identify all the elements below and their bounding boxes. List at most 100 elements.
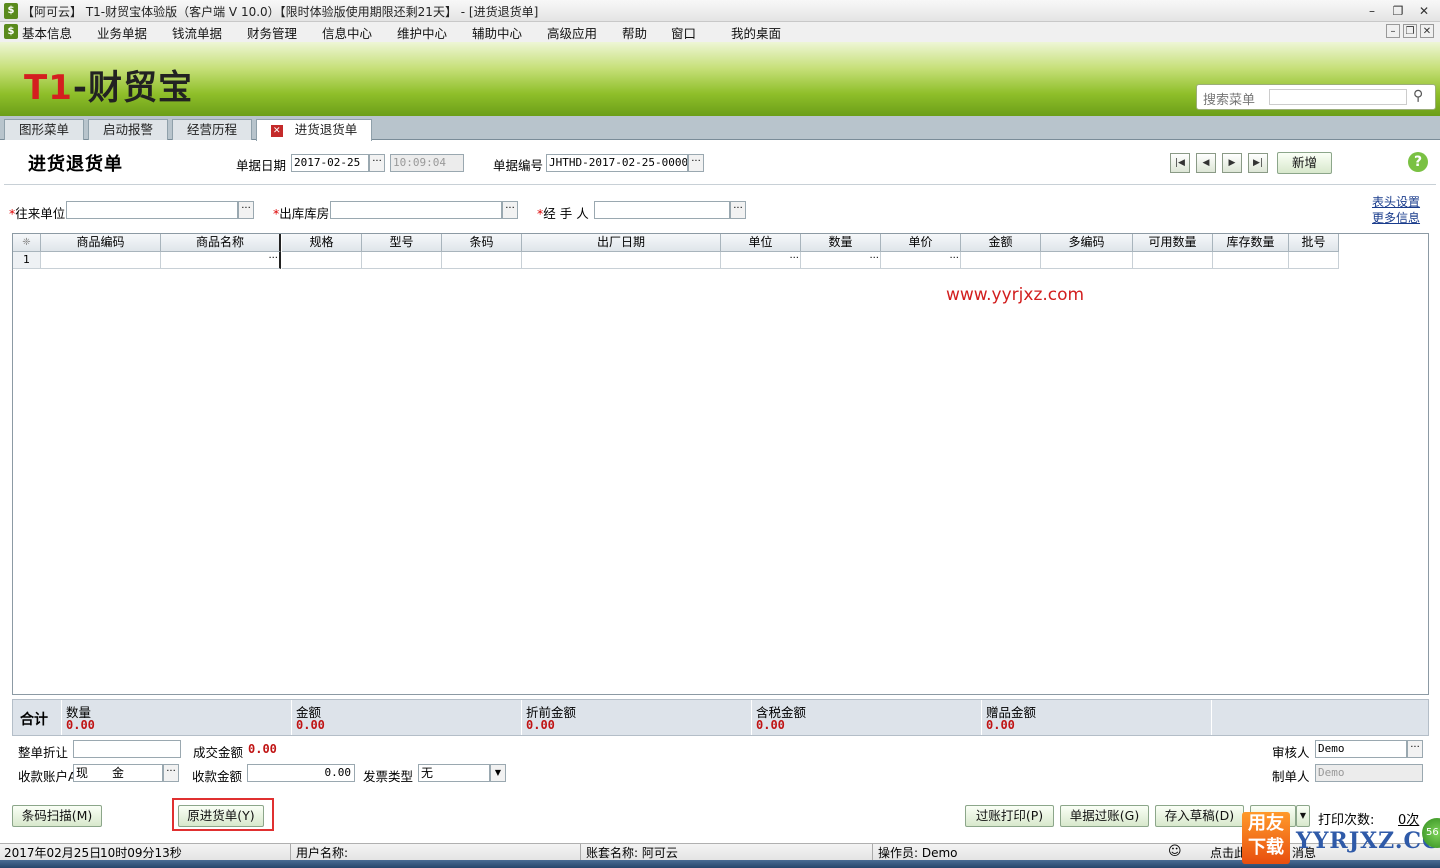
col-header-multi-code[interactable]: 多编码 [1041, 234, 1133, 252]
cell-stock-qty [1213, 252, 1289, 269]
col-header-amount[interactable]: 金额 [961, 234, 1041, 252]
more-info-link[interactable]: 更多信息 [1372, 209, 1420, 226]
col-header-avail-qty[interactable]: 可用数量 [1133, 234, 1213, 252]
cell-batch[interactable] [1289, 252, 1339, 269]
cell-avail-qty [1133, 252, 1213, 269]
menu-basic-info[interactable]: 基本信息 [22, 23, 72, 42]
auditor-lookup-button[interactable]: ··· [1407, 740, 1423, 758]
cell-qty[interactable]: ··· [801, 252, 881, 269]
cell-price[interactable]: ··· [881, 252, 961, 269]
col-header-batch[interactable]: 批号 [1289, 234, 1339, 252]
status-separator [580, 844, 581, 860]
cell-amount[interactable] [961, 252, 1041, 269]
mdi-minimize-icon[interactable]: – [1386, 24, 1400, 38]
post-print-button[interactable]: 过账打印(P) [965, 805, 1054, 827]
restore-icon[interactable]: ❐ [1388, 3, 1408, 19]
total-empty [1211, 700, 1428, 735]
col-header-spec[interactable]: 规格 [282, 234, 362, 252]
next-record-icon[interactable]: ▶ [1222, 153, 1242, 173]
warehouse-field[interactable] [330, 201, 502, 219]
col-header-price[interactable]: 单价 [881, 234, 961, 252]
price-lookup-icon[interactable]: ··· [949, 253, 959, 265]
unit-lookup-icon[interactable]: ··· [789, 253, 799, 265]
partner-field[interactable] [66, 201, 238, 219]
post-button[interactable]: 单据过账(G) [1060, 805, 1149, 827]
help-icon[interactable]: ? [1408, 152, 1428, 172]
col-header-barcode[interactable]: 条码 [442, 234, 522, 252]
tab-purchase-return[interactable]: ✕ 进货退货单 [256, 119, 372, 141]
partner-lookup-button[interactable]: ··· [238, 201, 254, 219]
taskbar [0, 860, 1440, 868]
cell-item-name[interactable]: ··· [161, 252, 281, 269]
search-input[interactable] [1269, 89, 1407, 105]
menu-info-center[interactable]: 信息中心 [322, 23, 372, 42]
tab-startup-alarm[interactable]: 启动报警 [88, 119, 168, 140]
status-operator: 操作员: Demo [878, 846, 958, 860]
col-header-qty[interactable]: 数量 [801, 234, 881, 252]
col-header-item-code[interactable]: 商品编码 [41, 234, 161, 252]
tab-close-icon[interactable]: ✕ [270, 124, 283, 137]
menu-assist[interactable]: 辅助中心 [472, 23, 522, 42]
prev-record-icon[interactable]: ◀ [1196, 153, 1216, 173]
chevron-down-icon[interactable]: ▼ [490, 764, 506, 782]
qty-lookup-icon[interactable]: ··· [869, 253, 879, 265]
menu-help[interactable]: 帮助 [622, 23, 647, 42]
status-account-set: 账套名称: 阿可云 [586, 846, 678, 860]
cell-barcode[interactable] [442, 252, 522, 269]
date-label: 单据日期 [236, 158, 287, 173]
invoice-select[interactable]: 无 [418, 764, 490, 782]
item-name-lookup-icon[interactable]: ··· [268, 253, 278, 265]
docno-field[interactable]: JHTHD-2017-02-25-00001 [546, 154, 688, 172]
date-picker-button[interactable]: ··· [369, 154, 385, 172]
last-record-icon[interactable]: ▶| [1248, 153, 1268, 173]
docno-button[interactable]: ··· [688, 154, 704, 172]
status-date: 2017年02月25日 [4, 846, 102, 860]
status-click-hint[interactable]: 点击此 [1210, 844, 1246, 861]
header-settings-link[interactable]: 表头设置 [1372, 193, 1420, 210]
cell-model[interactable] [362, 252, 442, 269]
mdi-close-icon[interactable]: ✕ [1420, 24, 1434, 38]
warehouse-label: *出库库房 [273, 206, 330, 221]
print-count-label: 打印次数: [1318, 813, 1375, 828]
menu-maintenance[interactable]: 维护中心 [397, 23, 447, 42]
date-field[interactable]: 2017-02-25 [291, 154, 369, 172]
menu-finance[interactable]: 财务管理 [247, 23, 297, 42]
menu-advanced[interactable]: 高级应用 [547, 23, 597, 42]
warehouse-lookup-button[interactable]: ··· [502, 201, 518, 219]
cell-mfg-date[interactable] [522, 252, 721, 269]
handler-field[interactable] [594, 201, 730, 219]
mdi-restore-icon[interactable]: ❐ [1403, 24, 1417, 38]
col-header-mfg-date[interactable]: 出厂日期 [522, 234, 721, 252]
maker-field: Demo [1315, 764, 1423, 782]
banner: T1-财贸宝 搜索菜单 ⚲ [0, 42, 1440, 116]
col-header-unit[interactable]: 单位 [721, 234, 801, 252]
menu-business-docs[interactable]: 业务单据 [97, 23, 147, 42]
cell-multi-code[interactable] [1041, 252, 1133, 269]
col-header-model[interactable]: 型号 [362, 234, 442, 252]
close-icon[interactable]: ✕ [1414, 3, 1434, 19]
discount-field[interactable] [73, 740, 181, 758]
menu-cash-docs[interactable]: 钱流单据 [172, 23, 222, 42]
barcode-scan-button[interactable]: 条码扫描(M) [12, 805, 102, 827]
col-header-stock-qty[interactable]: 库存数量 [1213, 234, 1289, 252]
tab-history[interactable]: 经营历程 [172, 119, 252, 140]
handler-lookup-button[interactable]: ··· [730, 201, 746, 219]
cell-item-code[interactable] [41, 252, 161, 269]
account-lookup-button[interactable]: ··· [163, 764, 179, 782]
tab-graphic-menu[interactable]: 图形菜单 [4, 119, 84, 140]
col-header-item-name[interactable]: 商品名称 [161, 234, 281, 252]
save-draft-button[interactable]: 存入草稿(D) [1155, 805, 1244, 827]
search-icon[interactable]: ⚲ [1413, 88, 1423, 104]
print-dropdown-icon[interactable]: ▼ [1296, 805, 1310, 827]
new-button[interactable]: 新增 [1277, 152, 1332, 174]
auditor-field[interactable]: Demo [1315, 740, 1407, 758]
cell-spec[interactable] [282, 252, 362, 269]
menu-window[interactable]: 窗口 [671, 23, 696, 42]
account-field[interactable]: 现 金 [73, 764, 163, 782]
received-field[interactable]: 0.00 [247, 764, 355, 782]
original-purchase-button[interactable]: 原进货单(Y) [178, 805, 264, 827]
menu-my-desktop[interactable]: 我的桌面 [731, 23, 781, 42]
first-record-icon[interactable]: |◀ [1170, 153, 1190, 173]
minimize-icon[interactable]: – [1362, 3, 1382, 19]
cell-unit[interactable]: ··· [721, 252, 801, 269]
